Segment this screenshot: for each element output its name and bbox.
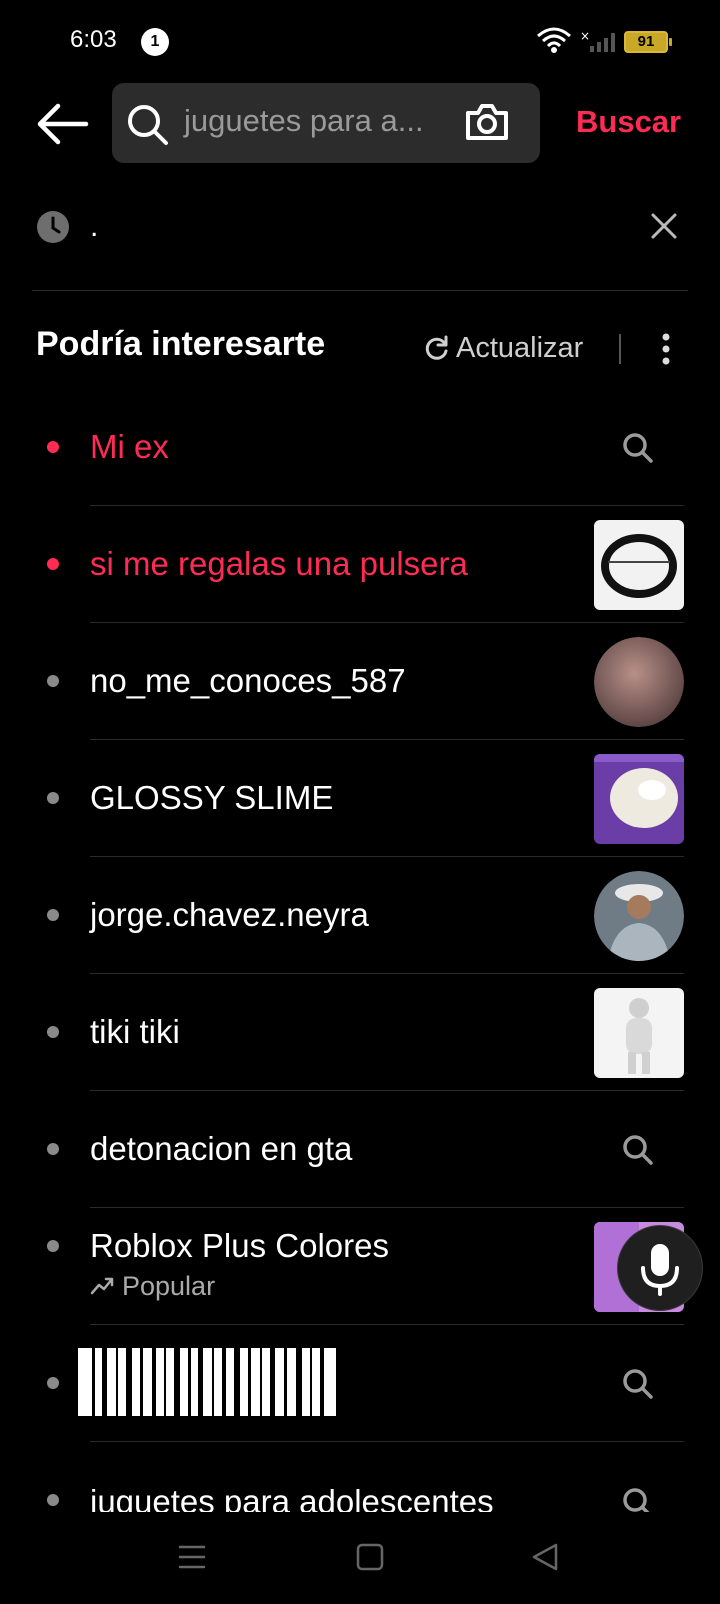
list-item[interactable]: Mi ex bbox=[0, 390, 720, 507]
microphone-icon bbox=[641, 1244, 679, 1296]
list-item[interactable]: juguetes para adolescentes bbox=[0, 1443, 720, 1513]
camera-icon[interactable] bbox=[464, 101, 510, 143]
suggestion-label: no_me_conoces_587 bbox=[90, 662, 406, 699]
popular-label: Popular bbox=[122, 1271, 216, 1301]
home-icon[interactable] bbox=[355, 1542, 385, 1572]
search-input[interactable]: juguetes para a... bbox=[112, 83, 540, 163]
suggestion-label: juguetes para adolescentes bbox=[90, 1483, 494, 1513]
suggestion-label: Mi ex bbox=[90, 428, 169, 465]
refresh-icon bbox=[425, 335, 448, 360]
voice-search-button[interactable] bbox=[617, 1225, 703, 1311]
suggestion-label: tiki tiki bbox=[90, 1013, 180, 1050]
bullet-dot bbox=[47, 1494, 59, 1506]
avatar bbox=[594, 637, 684, 727]
bullet-dot bbox=[47, 1143, 59, 1155]
bullet-dot bbox=[47, 909, 59, 921]
divider bbox=[90, 739, 684, 740]
search-history-item[interactable]: . bbox=[36, 204, 686, 254]
search-icon bbox=[623, 433, 653, 463]
bullet-dot bbox=[47, 792, 59, 804]
status-time: 6:03 bbox=[70, 26, 117, 53]
bullet-dot bbox=[47, 675, 59, 687]
trending-icon bbox=[90, 1277, 114, 1295]
signal-icon: × bbox=[580, 30, 615, 52]
divider bbox=[90, 622, 684, 623]
list-item[interactable]: detonacion en gta bbox=[0, 1092, 720, 1209]
thumbnail bbox=[594, 988, 684, 1078]
divider bbox=[90, 1441, 684, 1442]
thumbnail bbox=[594, 520, 684, 610]
refresh-label: Actualizar bbox=[456, 332, 584, 364]
search-icon bbox=[128, 105, 168, 145]
search-icon bbox=[623, 1488, 651, 1513]
suggestion-label: GLOSSY SLIME bbox=[90, 779, 334, 816]
notification-badge: 1 bbox=[141, 28, 169, 56]
search-submit-button[interactable]: Buscar bbox=[576, 104, 681, 140]
divider bbox=[32, 290, 688, 291]
menu-icon[interactable] bbox=[178, 1544, 206, 1570]
bullet-dot bbox=[47, 1026, 59, 1038]
divider bbox=[90, 973, 684, 974]
avatar bbox=[594, 871, 684, 961]
search-icon bbox=[623, 1135, 653, 1165]
list-item[interactable]: Roblox Plus Colores Popular bbox=[0, 1209, 720, 1326]
bullet-dot bbox=[47, 1240, 59, 1252]
section-title: Podría interesarte bbox=[36, 325, 326, 363]
list-item[interactable]: GLOSSY SLIME bbox=[0, 741, 720, 858]
suggestion-label: detonacion en gta bbox=[90, 1130, 353, 1167]
divider bbox=[90, 505, 684, 506]
bullet-dot bbox=[47, 441, 59, 453]
clock-icon bbox=[37, 211, 69, 243]
list-item[interactable]: jorge.chavez.neyra bbox=[0, 858, 720, 975]
divider bbox=[90, 1324, 684, 1325]
divider bbox=[90, 856, 684, 857]
search-query: juguetes para a... bbox=[184, 103, 424, 138]
search-icon bbox=[623, 1369, 653, 1399]
list-item[interactable]: tiki tiki bbox=[0, 975, 720, 1092]
list-item[interactable]: no_me_conoces_587 bbox=[0, 624, 720, 741]
back-icon[interactable] bbox=[530, 1542, 560, 1572]
thumbnail bbox=[594, 754, 684, 844]
divider bbox=[90, 1090, 684, 1091]
suggestion-label: Roblox Plus Colores bbox=[90, 1227, 389, 1264]
bullet-dot bbox=[47, 558, 59, 570]
suggestion-label: jorge.chavez.neyra bbox=[90, 896, 369, 933]
bullet-dot bbox=[47, 1377, 59, 1389]
redaction-overlay bbox=[78, 1348, 336, 1416]
svg-text:×: × bbox=[580, 30, 590, 43]
suggestion-label: si me regalas una pulsera bbox=[90, 545, 468, 582]
back-button[interactable] bbox=[34, 100, 94, 148]
system-navigation-bar bbox=[0, 1512, 720, 1604]
divider bbox=[619, 334, 621, 364]
close-icon[interactable] bbox=[650, 212, 678, 240]
divider bbox=[90, 1207, 684, 1208]
status-bar: 6:03 1 × 91 bbox=[0, 0, 720, 84]
history-text: . bbox=[90, 210, 99, 243]
wifi-icon bbox=[537, 27, 571, 53]
more-options-icon[interactable] bbox=[654, 332, 678, 366]
battery-indicator: 91 bbox=[624, 31, 672, 53]
list-item[interactable]: si me regalas una pulsera bbox=[0, 507, 720, 624]
